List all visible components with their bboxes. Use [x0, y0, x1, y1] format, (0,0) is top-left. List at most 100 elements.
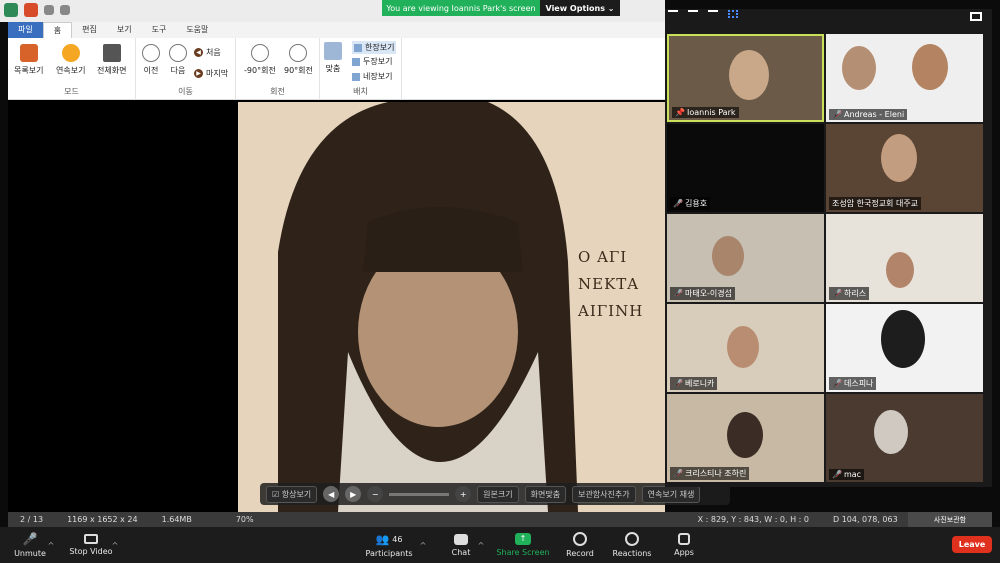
chat-icon [454, 533, 468, 545]
video-tile[interactable]: 📌 Ioannis Park [667, 34, 824, 122]
slideshow-button[interactable]: 연속보기 재생 [641, 485, 701, 503]
zoom-slider[interactable] [389, 492, 450, 496]
move-group: 이전 다음 ◀ 처음 ▶ 마지막 이동 [136, 38, 236, 100]
chevron-left-icon [142, 44, 160, 62]
viewer-toolbar: ☑ 항상보기 ◀ ▶ − + 원본크기 화면맞춤 보관함사진추가 연속보기 재생 [260, 483, 730, 505]
tab-tools[interactable]: 도구 [142, 22, 177, 38]
leave-button[interactable]: Leave [952, 536, 992, 553]
video-tile[interactable]: 조성암 한국정교회 대주교 [826, 124, 983, 212]
video-tile[interactable]: 🎤̸ 데스피나 [826, 304, 983, 392]
continuous-view-button[interactable]: 연속보기 [56, 44, 85, 76]
video-tile[interactable]: 🎤̸ 마태오-이경섭 [667, 214, 824, 302]
single-page-button[interactable]: 한장보기 [352, 41, 397, 54]
pixel-color: D 104, 078, 063 [833, 515, 898, 524]
zoom-in-icon[interactable]: + [455, 486, 472, 502]
view-options-button[interactable]: View Options ⌄ [540, 0, 620, 16]
tab-help[interactable]: 도움말 [176, 22, 218, 38]
tab-home[interactable]: 홈 [42, 22, 73, 38]
video-options-chevron-icon[interactable]: ^ [110, 527, 120, 563]
tile-name: 조성암 한국정교회 대주교 [829, 197, 922, 210]
muted-mic-icon: 🎤̸ [673, 469, 683, 478]
video-tile[interactable]: 🎤̸ 크리스티나 조하린 [667, 394, 824, 482]
fit-button[interactable]: 맞춤 [324, 42, 342, 74]
layout-group-label: 배치 [353, 87, 368, 96]
fullscreen-button[interactable]: 전체화면 [97, 44, 126, 76]
quick-access-toolbar [4, 3, 70, 17]
tab-edit[interactable]: 편집 [72, 22, 107, 38]
meeting-controls: 🎤 Unmute ^ Stop Video ^ 👥 46 Participants… [0, 527, 1000, 563]
first-button[interactable]: ◀ 처음 [194, 47, 221, 58]
album-panel-tab[interactable]: 사진보관함 [908, 512, 992, 527]
participants-button[interactable]: 👥 46 Participants [362, 527, 416, 563]
rotate-left-button[interactable]: -90°회전 [244, 44, 276, 76]
tab-view[interactable]: 보기 [107, 22, 142, 38]
play-icon [61, 44, 80, 62]
fit-icon [324, 42, 342, 60]
tile-name: 🎤̸ 마태오-이경섭 [670, 287, 736, 300]
apps-button[interactable]: Apps [668, 527, 700, 563]
prev-button[interactable]: 이전 [142, 44, 160, 76]
chat-button[interactable]: Chat [444, 527, 478, 563]
always-on-top-button[interactable]: ☑ 항상보기 [266, 485, 318, 503]
speaker-view-icon[interactable] [688, 10, 698, 18]
smiley-icon [625, 532, 639, 546]
print-icon[interactable] [60, 5, 70, 15]
tile-name: 🎤̸ 하리스 [829, 287, 870, 300]
next-image-icon[interactable]: ▶ [345, 486, 362, 502]
tile-name: 🎤̸ 데스피나 [829, 377, 877, 390]
original-size-button[interactable]: 원본크기 [477, 485, 519, 503]
tile-name: 🎤̸ 크리스티나 조하린 [670, 467, 750, 480]
participant-video [881, 310, 925, 368]
last-button[interactable]: ▶ 마지막 [194, 68, 228, 79]
muted-mic-icon: 🎤 [22, 532, 38, 546]
honeyview-icon[interactable] [24, 3, 38, 17]
video-tile[interactable]: 🎤̸ mac [826, 394, 983, 482]
gallery-view-icon[interactable] [728, 10, 738, 18]
list-view-button[interactable]: 목록보기 [14, 44, 43, 76]
muted-mic-icon: 🎤̸ [832, 379, 842, 388]
next-button[interactable]: 다음 [169, 44, 187, 76]
zoom-level: 70% [235, 515, 254, 524]
fit-screen-button[interactable]: 화면맞춤 [524, 485, 567, 503]
minimize-icon[interactable] [668, 10, 678, 18]
video-tile[interactable]: 🎤̸ 하리스 [826, 214, 983, 302]
app-icon [4, 3, 18, 17]
tile-name: 🎤̸ Andreas - Eleni [829, 109, 908, 120]
four-page-button[interactable]: 네장보기 [352, 71, 392, 82]
video-tile[interactable]: 🎤̸ 김용호 [667, 124, 824, 212]
reactions-button[interactable]: Reactions [610, 527, 654, 563]
two-page-button[interactable]: 두장보기 [352, 56, 392, 67]
rotate-right-button[interactable]: 90°회전 [284, 44, 313, 76]
exit-fullscreen-icon[interactable] [970, 12, 982, 21]
video-camera-icon [84, 534, 98, 544]
video-tile[interactable]: 🎤̸ Andreas - Eleni [826, 34, 983, 122]
prev-image-icon[interactable]: ◀ [323, 486, 340, 502]
participants-icon: 👥 [375, 532, 390, 546]
zoom-out-icon[interactable]: − [367, 486, 384, 502]
add-to-album-button[interactable]: 보관함사진추가 [572, 485, 636, 503]
record-button[interactable]: Record [562, 527, 598, 563]
portrait-image: Ο ΑΓΙ ΝΕΚΤΑ ΑΙΓΙΝΗ [238, 102, 665, 512]
strip-view-icon[interactable] [708, 10, 718, 18]
image-dimensions: 1169 x 1652 x 24 [67, 515, 138, 524]
page-indicator: 2 / 13 [20, 515, 44, 524]
greek-line: ΝΕΚΤΑ [578, 275, 640, 293]
fullscreen-icon [102, 44, 121, 62]
share-screen-button[interactable]: ↑ Share Screen [494, 527, 552, 563]
stop-video-button[interactable]: Stop Video [66, 527, 116, 563]
video-tile[interactable]: 🎤̸ 베로니카 [667, 304, 824, 392]
single-page-icon [354, 43, 362, 52]
save-icon[interactable] [44, 5, 54, 15]
greek-line: ΑΙΓΙΝΗ [578, 302, 644, 320]
tab-file[interactable]: 파일 [8, 22, 43, 38]
participant-video [842, 46, 876, 90]
ribbon: 목록보기 연속보기 전체화면 모드 이전 다음 ◀ 처음 ▶ 마지막 이동 -90°… [8, 38, 665, 100]
greek-line: Ο ΑΓΙ [578, 248, 628, 266]
rotate-left-icon [250, 44, 269, 62]
viewing-message: You are viewing Ioannis Park's screen [382, 0, 540, 16]
ribbon-tabs: 파일 홈 편집 보기 도구 도움말 [8, 22, 665, 38]
chat-chevron-icon[interactable]: ^ [476, 527, 486, 563]
layout-group: 맞춤 한장보기 두장보기 네장보기 배치 [320, 38, 402, 100]
participants-chevron-icon[interactable]: ^ [418, 527, 428, 563]
audio-options-chevron-icon[interactable]: ^ [46, 527, 56, 563]
